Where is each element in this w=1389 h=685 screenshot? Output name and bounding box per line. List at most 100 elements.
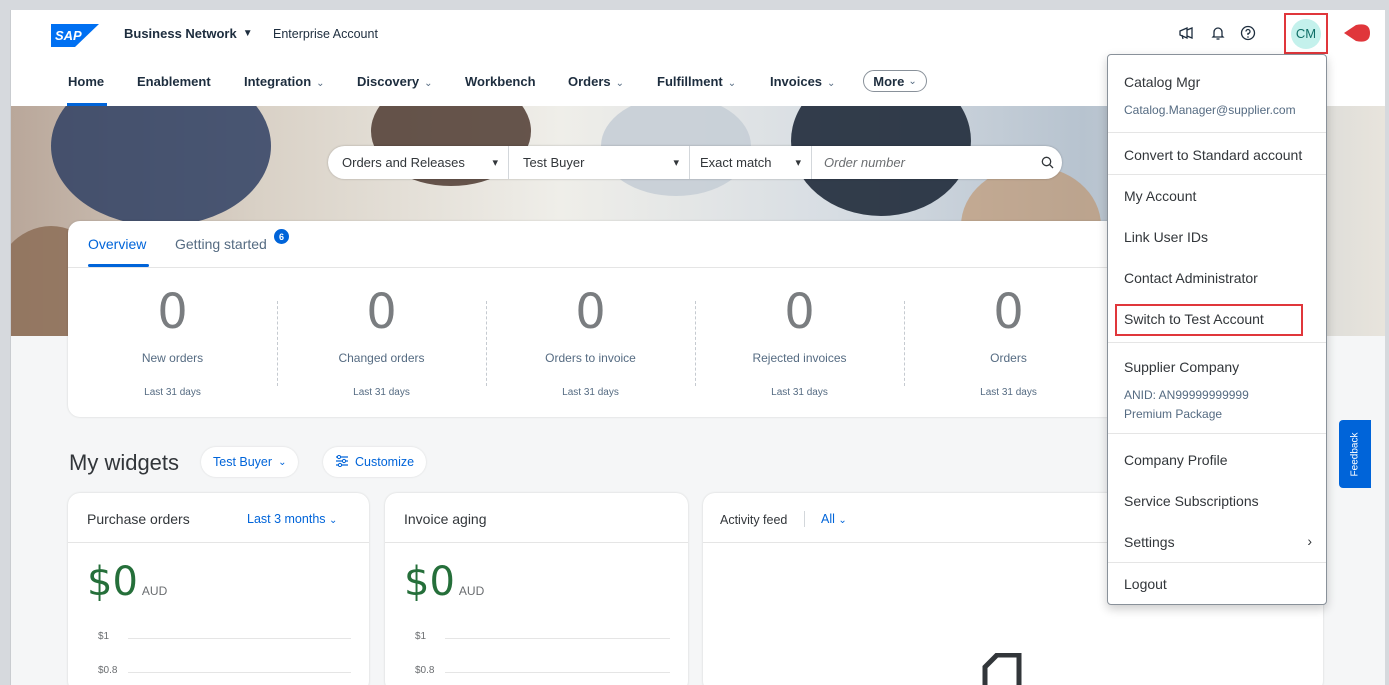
nav-enablement[interactable]: Enablement	[137, 74, 211, 89]
stat-new-orders[interactable]: 0 New orders Last 31 days	[68, 287, 277, 398]
document-type-select[interactable]: Orders and Releases ▾	[328, 146, 509, 179]
document-type-value: Orders and Releases	[342, 155, 465, 170]
more-button[interactable]: More ⌄	[863, 70, 927, 92]
widget-title: Invoice aging	[404, 511, 487, 527]
amount: $0	[87, 559, 138, 605]
invoice-aging-widget: Invoice aging $0 AUD $1 $0.8	[385, 493, 688, 685]
nav-integration[interactable]: Integration ⌄	[244, 74, 325, 89]
stat-orders[interactable]: 0 Orders Last 31 days	[904, 287, 1113, 398]
chevron-down-icon: ▾	[673, 157, 679, 169]
match-type-value: Exact match	[700, 155, 772, 170]
nav-label: Workbench	[465, 74, 536, 89]
chevron-down-icon: ⌄	[278, 456, 287, 468]
menu-settings[interactable]: Settings	[1124, 534, 1175, 550]
user-menu-popover: Catalog Mgr Catalog.Manager@supplier.com…	[1107, 54, 1327, 605]
chevron-down-icon: ⌄	[908, 75, 917, 87]
stat-rejected-invoices[interactable]: 0 Rejected invoices Last 31 days	[695, 287, 904, 398]
range-select[interactable]: Last 3 months ⌄	[247, 512, 337, 526]
menu-company-profile[interactable]: Company Profile	[1124, 452, 1228, 468]
currency: AUD	[141, 584, 168, 598]
buyer-filter-label: Test Buyer	[213, 455, 273, 469]
search-bar: Orders and Releases ▾ Test Buyer ▾ Exact m…	[328, 146, 1062, 179]
avatar-initials: CM	[1295, 26, 1317, 41]
nav-label: Invoices	[770, 74, 823, 89]
my-widgets-title: My widgets	[69, 450, 180, 475]
nav-label: Home	[68, 74, 105, 89]
stat-period: Last 31 days	[562, 387, 619, 398]
filter-label: All	[821, 512, 835, 526]
menu-user-email: Catalog.Manager@supplier.com	[1124, 103, 1296, 117]
grid-line	[128, 672, 351, 673]
invoice-aging-total: $0 AUD	[404, 559, 484, 605]
widget-header: Invoice aging	[385, 493, 688, 543]
user-avatar[interactable]: CM	[1291, 18, 1321, 49]
stat-label: Orders	[990, 351, 1027, 365]
stat-value: 0	[784, 284, 815, 340]
stat-label: Rejected invoices	[752, 351, 847, 365]
range-label: Last 3 months	[247, 512, 326, 526]
order-number-search-input[interactable]	[812, 146, 1032, 179]
activity-filter-select[interactable]: All ⌄	[821, 512, 847, 526]
nav-fulfillment[interactable]: Fulfillment ⌄	[657, 74, 736, 89]
account-type-label: Enterprise Account	[273, 27, 378, 41]
brand-label: Business Network	[124, 26, 237, 41]
menu-contact-administrator[interactable]: Contact Administrator	[1124, 270, 1258, 286]
customize-button[interactable]: Customize	[323, 447, 427, 477]
search-icon[interactable]	[1032, 156, 1062, 169]
nav-discovery[interactable]: Discovery ⌄	[357, 74, 433, 89]
tab-overview[interactable]: Overview	[88, 236, 146, 252]
chevron-down-icon: ⌄	[838, 515, 847, 526]
feedback-label: Feedback	[1349, 432, 1361, 476]
stat-label: Orders to invoice	[545, 351, 636, 365]
hero-figure	[51, 106, 271, 226]
axis-tick-label: $0.8	[98, 665, 118, 676]
nav-home[interactable]: Home	[68, 74, 104, 89]
menu-logout[interactable]: Logout	[1124, 576, 1167, 592]
nav-workbench[interactable]: Workbench	[465, 74, 536, 89]
stat-period: Last 31 days	[771, 387, 828, 398]
widget-title: Purchase orders	[87, 511, 190, 527]
nav-orders[interactable]: Orders ⌄	[568, 74, 624, 89]
menu-divider	[1108, 132, 1326, 133]
stat-value: 0	[575, 284, 606, 340]
help-icon[interactable]	[1239, 24, 1257, 42]
nav-invoices[interactable]: Invoices ⌄	[770, 74, 835, 89]
chevron-down-icon: ▾	[492, 157, 498, 169]
nav-label: Enablement	[137, 74, 211, 89]
axis-tick-label: $1	[415, 631, 427, 642]
customize-label: Customize	[355, 455, 415, 469]
stat-period: Last 31 days	[353, 387, 410, 398]
stat-period: Last 31 days	[980, 387, 1037, 398]
app-window: SAP Business Network ▼ Enterprise Accoun…	[10, 10, 1385, 685]
chevron-down-icon: ⌄	[615, 78, 625, 89]
chevron-right-icon: ›	[1307, 533, 1312, 549]
axis-tick-label: $0.8	[415, 665, 435, 676]
feedback-button[interactable]: Feedback	[1339, 420, 1371, 488]
stat-changed-orders[interactable]: 0 Changed orders Last 31 days	[277, 287, 486, 398]
chevron-down-icon: ⌄	[727, 78, 737, 89]
menu-convert-standard-account[interactable]: Convert to Standard account	[1124, 147, 1302, 163]
more-label: More	[873, 73, 905, 89]
widget-title: Activity feed	[720, 513, 788, 527]
menu-my-account[interactable]: My Account	[1124, 188, 1196, 204]
nav-label: Integration	[244, 74, 312, 89]
menu-link-user-ids[interactable]: Link User IDs	[1124, 229, 1208, 245]
menu-anid: ANID: AN99999999999	[1124, 388, 1249, 402]
business-network-menu[interactable]: Business Network ▼	[124, 26, 253, 41]
stat-label: New orders	[141, 351, 204, 365]
amount: $0	[404, 559, 455, 605]
grid-line	[445, 672, 670, 673]
svg-text:SAP: SAP	[55, 28, 82, 43]
widget-buyer-filter[interactable]: Test Buyer ⌄	[201, 447, 299, 477]
bell-icon[interactable]	[1209, 24, 1227, 42]
menu-switch-to-test-account[interactable]: Switch to Test Account	[1124, 311, 1264, 327]
caret-down-icon: ▼	[242, 28, 253, 39]
megaphone-icon[interactable]	[1177, 24, 1195, 42]
buyer-select[interactable]: Test Buyer ▾	[509, 146, 690, 179]
tab-getting-started[interactable]: Getting started	[175, 236, 267, 252]
match-type-select[interactable]: Exact match ▾	[690, 146, 812, 179]
stat-orders-to-invoice[interactable]: 0 Orders to invoice Last 31 days	[486, 287, 695, 398]
sap-logo[interactable]: SAP	[51, 24, 99, 47]
getting-started-count-badge: 6	[274, 229, 289, 244]
menu-service-subscriptions[interactable]: Service Subscriptions	[1124, 493, 1259, 509]
